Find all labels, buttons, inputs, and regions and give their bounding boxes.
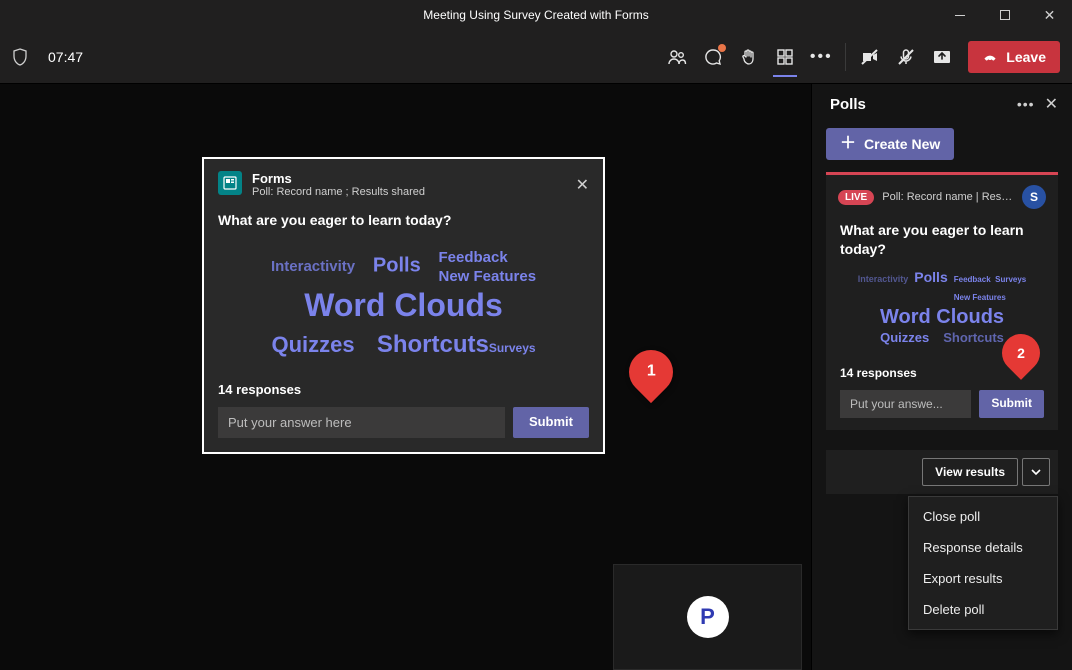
more-icon[interactable]: •••: [803, 39, 839, 75]
submit-button[interactable]: Submit: [513, 407, 589, 438]
side-word-newfeatures: New Features: [954, 293, 1006, 302]
side-question: What are you eager to learn today?: [840, 221, 1044, 259]
poll-question: What are you eager to learn today?: [218, 212, 589, 228]
create-new-label: Create New: [864, 136, 940, 152]
raise-hand-icon[interactable]: [731, 39, 767, 75]
leave-button[interactable]: Leave: [968, 41, 1060, 73]
mic-off-icon[interactable]: [888, 39, 924, 75]
menu-response-details[interactable]: Response details: [909, 532, 1057, 563]
poll-subtitle: Poll: Record name ; Results shared: [252, 186, 425, 198]
word-wordclouds: Word Clouds: [304, 287, 503, 323]
view-results-dropdown[interactable]: [1022, 458, 1050, 486]
side-answer-input[interactable]: [840, 390, 971, 418]
view-results-button[interactable]: View results: [922, 458, 1018, 486]
word-quizzes: Quizzes: [271, 332, 354, 357]
side-word-surveys: Surveys: [995, 275, 1026, 284]
meeting-stage: Forms Poll: Record name ; Results shared…: [0, 84, 811, 670]
meeting-timer: 07:47: [48, 49, 83, 65]
word-cloud: Interactivity Polls Feedback New Feature…: [218, 242, 589, 378]
apps-icon[interactable]: [767, 39, 803, 75]
plus-icon: ＋: [840, 136, 856, 152]
polls-panel: Polls ••• ✕ ＋ Create New LIVE Poll: Reco…: [811, 84, 1072, 670]
chevron-down-icon: [1030, 466, 1042, 478]
titlebar: Meeting Using Survey Created with Forms …: [0, 0, 1072, 30]
word-interactivity: Interactivity: [271, 258, 355, 275]
meeting-toolbar: 07:47 ••• Leave: [0, 30, 1072, 84]
people-icon[interactable]: [659, 39, 695, 75]
side-word-cloud: Interactivity Polls Feedback Surveys New…: [840, 269, 1044, 352]
notification-dot-icon: [718, 44, 726, 52]
shield-icon: [12, 48, 28, 66]
side-poll-card: LIVE Poll: Record name | Results s... S …: [826, 172, 1058, 430]
word-polls: Polls: [373, 254, 421, 276]
separator: [845, 43, 846, 71]
word-shortcuts: Shortcuts: [377, 331, 489, 358]
maximize-button[interactable]: [982, 0, 1027, 30]
hangup-icon: [982, 49, 998, 65]
word-feedback: Feedback: [439, 249, 508, 266]
camera-off-icon[interactable]: [852, 39, 888, 75]
view-results-row: View results: [826, 450, 1058, 494]
poll-actions-menu: Close poll Response details Export resul…: [908, 496, 1058, 630]
minimize-button[interactable]: [937, 0, 982, 30]
panel-title: Polls: [830, 96, 1017, 113]
side-word-shortcuts: Shortcuts: [943, 331, 1004, 346]
side-word-wordclouds: Word Clouds: [880, 306, 1004, 328]
response-count: 14 responses: [218, 382, 589, 397]
menu-export-results[interactable]: Export results: [909, 563, 1057, 594]
annotation-marker-2: 2: [1002, 334, 1040, 372]
side-word-polls: Polls: [914, 269, 947, 285]
menu-delete-poll[interactable]: Delete poll: [909, 594, 1057, 625]
side-submit-button[interactable]: Submit: [979, 390, 1044, 418]
side-word-interactivity: Interactivity: [858, 274, 909, 284]
side-subtitle: Poll: Record name | Results s...: [882, 191, 1014, 203]
answer-input[interactable]: [218, 407, 505, 438]
window-controls: ✕: [937, 0, 1072, 30]
participant-avatar: P: [687, 596, 729, 638]
panel-close-icon[interactable]: ✕: [1045, 94, 1058, 114]
side-word-quizzes: Quizzes: [880, 331, 929, 346]
close-poll-icon[interactable]: ✕: [576, 171, 589, 195]
panel-more-icon[interactable]: •••: [1017, 96, 1035, 112]
annotation-marker-1: 1: [620, 341, 682, 403]
poll-app-name: Forms: [252, 171, 425, 186]
window-title: Meeting Using Survey Created with Forms: [423, 8, 648, 22]
poll-card: Forms Poll: Record name ; Results shared…: [202, 157, 605, 454]
chat-icon[interactable]: [695, 39, 731, 75]
create-new-button[interactable]: ＋ Create New: [826, 128, 954, 160]
live-badge: LIVE: [838, 190, 874, 205]
forms-app-icon: [218, 171, 242, 195]
author-avatar: S: [1022, 185, 1046, 209]
participant-tile[interactable]: P: [613, 564, 802, 670]
word-newfeatures: New Features: [439, 268, 537, 285]
close-window-button[interactable]: ✕: [1027, 0, 1072, 30]
side-word-feedback: Feedback: [954, 275, 991, 284]
word-surveys: Surveys: [489, 341, 536, 355]
leave-label: Leave: [1006, 49, 1046, 65]
menu-close-poll[interactable]: Close poll: [909, 501, 1057, 532]
share-screen-icon[interactable]: [924, 39, 960, 75]
